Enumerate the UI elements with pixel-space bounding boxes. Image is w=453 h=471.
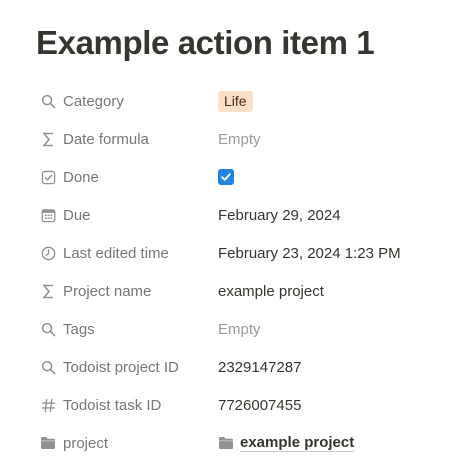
search-icon	[40, 93, 56, 109]
property-row-due: Due February 29, 2024	[32, 196, 447, 234]
sigma-icon	[40, 283, 56, 299]
property-name-date-formula[interactable]: Date formula	[32, 123, 218, 155]
property-row-todoist-task-id: Todoist task ID 7726007455	[32, 386, 447, 424]
property-value-due[interactable]: February 29, 2024	[218, 199, 447, 231]
property-label: Due	[63, 206, 91, 224]
property-name-category[interactable]: Category	[32, 85, 218, 117]
property-row-last-edited-time: Last edited time February 23, 2024 1:23 …	[32, 234, 447, 272]
property-row-tags: Tags Empty	[32, 310, 447, 348]
property-label: Project name	[63, 282, 152, 300]
calendar-icon	[40, 207, 56, 223]
clock-icon	[40, 245, 56, 261]
folder-icon	[40, 435, 56, 451]
property-value-todoist-project-id[interactable]: 2329147287	[218, 351, 447, 383]
done-checkbox[interactable]	[218, 169, 234, 185]
page-title[interactable]: Example action item 1	[36, 24, 375, 62]
property-row-done: Done	[32, 158, 447, 196]
property-value-project: example project	[218, 427, 447, 459]
hash-icon	[40, 397, 56, 413]
property-label: Todoist project ID	[63, 358, 179, 376]
property-label: project	[63, 434, 109, 452]
property-row-date-formula: Date formula Empty	[32, 120, 447, 158]
property-value-category[interactable]: Life	[218, 85, 447, 117]
property-label: Tags	[63, 320, 95, 338]
property-row-project-name: Project name example project	[32, 272, 447, 310]
property-label: Last edited time	[63, 244, 169, 262]
property-name-due[interactable]: Due	[32, 199, 218, 231]
property-label: Todoist task ID	[63, 396, 162, 414]
property-name-last-edited-time[interactable]: Last edited time	[32, 237, 218, 269]
property-name-tags[interactable]: Tags	[32, 313, 218, 345]
property-name-project[interactable]: project	[32, 427, 218, 459]
project-relation-link[interactable]: example project	[218, 434, 355, 452]
property-value-todoist-task-id[interactable]: 7726007455	[218, 389, 447, 421]
property-name-todoist-task-id[interactable]: Todoist task ID	[32, 389, 218, 421]
checkbox-icon	[40, 169, 56, 185]
property-row-category: Category Life	[32, 82, 447, 120]
property-label: Done	[63, 168, 99, 186]
search-icon	[40, 359, 56, 375]
property-label: Date formula	[63, 130, 149, 148]
property-name-done[interactable]: Done	[32, 161, 218, 193]
property-label: Category	[63, 92, 124, 110]
sigma-icon	[40, 131, 56, 147]
property-name-project-name[interactable]: Project name	[32, 275, 218, 307]
property-value-tags[interactable]: Empty	[218, 313, 447, 345]
property-value-project-name[interactable]: example project	[218, 275, 447, 307]
property-row-todoist-project-id: Todoist project ID 2329147287	[32, 348, 447, 386]
folder-icon	[218, 436, 234, 450]
property-name-todoist-project-id[interactable]: Todoist project ID	[32, 351, 218, 383]
property-value-done	[218, 161, 447, 193]
property-row-project: project example project	[32, 424, 447, 462]
property-value-date-formula[interactable]: Empty	[218, 123, 447, 155]
search-icon	[40, 321, 56, 337]
notion-page: Example action item 1 Category Life Date…	[0, 0, 453, 471]
project-relation-label: example project	[240, 434, 355, 452]
category-tag: Life	[218, 90, 253, 112]
property-list: Category Life Date formula Empty Done Du…	[32, 82, 447, 462]
property-value-last-edited-time: February 23, 2024 1:23 PM	[218, 244, 401, 262]
